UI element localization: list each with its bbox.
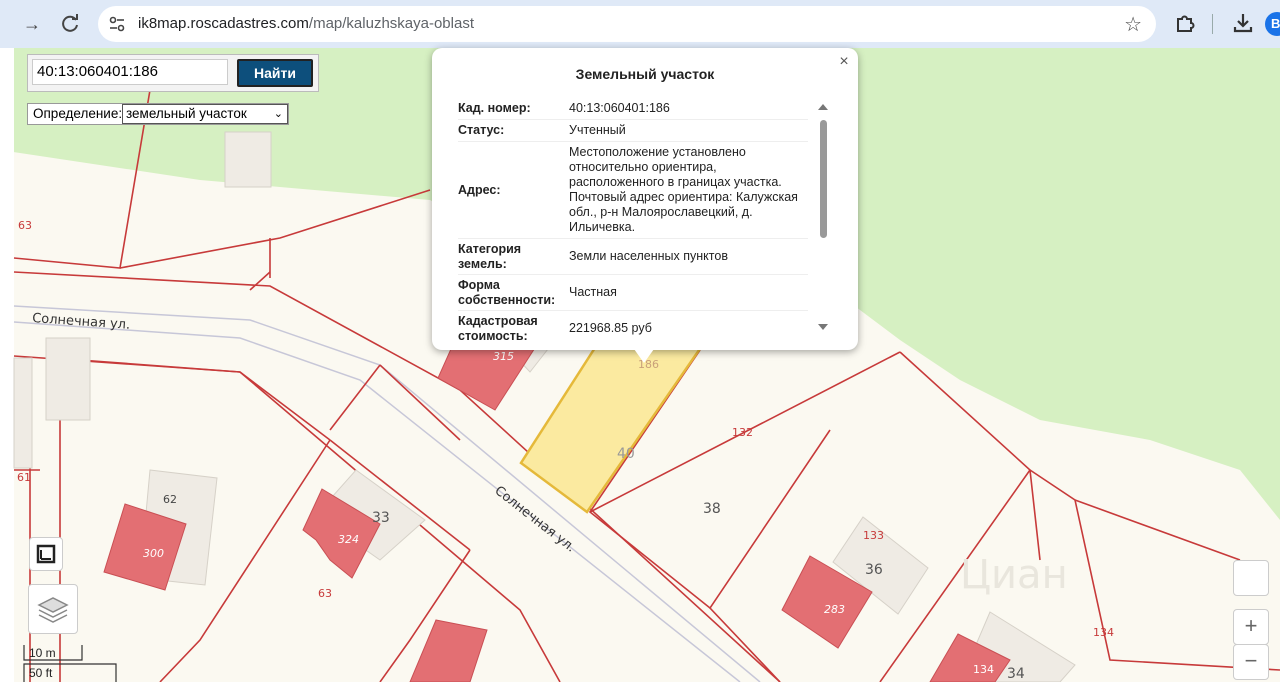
info-row-cost: Кадастровая стоимость: 221968.85 руб [458, 311, 808, 346]
forward-icon[interactable]: → [20, 12, 44, 36]
reload-icon[interactable] [58, 12, 82, 36]
ruler-tool-button[interactable] [29, 537, 63, 571]
label-63a: 63 [18, 219, 32, 232]
layers-button[interactable] [28, 584, 78, 634]
info-value: Местоположение установлено относительно … [569, 145, 798, 234]
label-132: 132 [732, 426, 753, 439]
definition-select[interactable]: земельный участок ⌄ [122, 104, 288, 124]
address-bar[interactable]: ik8map.roscadastres.com/map/kaluzhskaya-… [98, 6, 1156, 42]
watermark: Циан [960, 552, 1068, 598]
info-key: Категория земель: [458, 241, 522, 271]
map-margin [0, 48, 14, 682]
label-134b: 134 [973, 663, 994, 676]
label-33: 33 [372, 510, 390, 526]
popup-info-table: Кад. номер: 40:13:060401:186 Статус: Учт… [458, 98, 808, 346]
scroll-thumb[interactable] [820, 120, 827, 238]
label-62: 62 [163, 493, 177, 506]
info-value: Частная [569, 285, 617, 299]
toolbar-separator [1212, 14, 1213, 34]
scale-imperial-label: 50 ft [29, 666, 53, 680]
definition-label: Определение: [33, 106, 123, 121]
info-value: 40:13:060401:186 [569, 101, 670, 115]
fullscreen-button[interactable] [1233, 560, 1269, 596]
scroll-up-arrow-icon[interactable] [818, 104, 828, 110]
zoom-out-button[interactable]: − [1233, 644, 1269, 680]
info-key: Адрес: [458, 182, 501, 197]
info-value: 221968.85 руб [569, 321, 652, 335]
label-34: 34 [1007, 666, 1025, 682]
popup-pointer [634, 349, 654, 363]
info-row-ownership: Форма собственности: Частная [458, 275, 808, 311]
label-283: 283 [824, 603, 845, 616]
label-300: 300 [143, 547, 164, 560]
scale-metric-label: 10 m [29, 646, 56, 660]
cadastral-search-input[interactable]: 40:13:060401:186 [32, 59, 228, 85]
url-text: ik8map.roscadastres.com/map/kaluzhskaya-… [138, 15, 474, 32]
ruler-icon [36, 544, 56, 564]
label-36: 36 [865, 562, 883, 578]
info-key: Кад. номер: [458, 101, 531, 115]
popup-title: Земельный участок [575, 66, 715, 82]
extensions-icon[interactable] [1172, 10, 1198, 36]
definition-value: земельный участок [126, 106, 247, 121]
label-40: 40 [617, 446, 635, 462]
pink-buildings [103, 339, 1011, 682]
site-settings-icon[interactable] [108, 15, 126, 33]
scale-bar: 10 m 50 ft [22, 645, 120, 682]
zoom-in-button[interactable]: + [1233, 609, 1269, 645]
profile-avatar[interactable]: B [1265, 12, 1280, 36]
street-label-1: Солнечная ул. [32, 311, 131, 333]
info-key: Статус: [458, 123, 505, 137]
info-row-category: Категория земель: Земли населенных пункт… [458, 239, 808, 275]
label-324: 324 [338, 533, 359, 546]
selected-parcel[interactable] [519, 338, 709, 514]
label-38: 38 [703, 501, 721, 517]
layers-icon [37, 597, 69, 623]
info-value: Учтенный [569, 123, 626, 137]
search-button[interactable]: Найти [237, 59, 313, 87]
url-host: ik8map.roscadastres.com [138, 15, 309, 32]
search-panel: 40:13:060401:186 Найти [27, 54, 319, 92]
label-133: 133 [863, 529, 884, 542]
download-icon[interactable] [1230, 10, 1256, 36]
label-61: 61 [17, 471, 31, 484]
scroll-down-arrow-icon[interactable] [818, 324, 828, 330]
info-row-status: Статус: Учтенный [458, 120, 808, 142]
label-315: 315 [493, 350, 514, 363]
browser-toolbar: → ik8map.roscadastres.com/map/kaluzhskay… [0, 0, 1280, 48]
bookmark-star-icon[interactable]: ☆ [1124, 12, 1142, 37]
definition-row: Определение: земельный участок ⌄ [27, 103, 289, 125]
parcel-info-popup: × Земельный участок Кад. номер: 40:13:06… [432, 48, 858, 350]
chevron-down-icon: ⌄ [273, 108, 283, 120]
info-key: Кадастровая стоимость: [458, 313, 538, 343]
info-row-cadastral: Кад. номер: 40:13:060401:186 [458, 98, 808, 120]
label-134a: 134 [1093, 626, 1114, 639]
info-key: Форма собственности: [458, 277, 556, 307]
info-value: Земли населенных пунктов [569, 249, 728, 263]
popup-scrollbar[interactable] [818, 104, 828, 330]
label-63b: 63 [318, 587, 332, 600]
url-path: /map/kaluzhskaya-oblast [308, 15, 474, 32]
info-row-address: Адрес: Местоположение установлено относи… [458, 142, 808, 239]
